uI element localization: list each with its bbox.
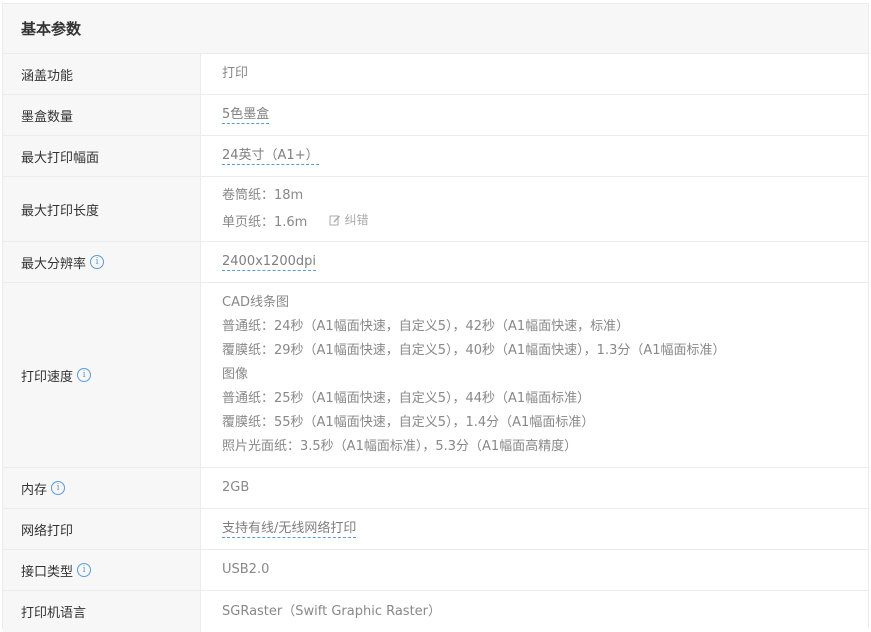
spec-key: 最大分辨率 i — [3, 242, 201, 282]
spec-key-label: 墨盒数量 — [21, 109, 74, 125]
spec-key-label: 网络打印 — [21, 523, 74, 539]
spec-row-functions: 涵盖功能 打印 — [3, 54, 868, 95]
info-icon[interactable]: i — [77, 368, 92, 382]
spec-value: CAD线条图 普通纸：24秒（A1幅面快速，自定义5），42秒（A1幅面快速，标… — [201, 283, 868, 467]
spec-key: 打印机语言 — [3, 591, 201, 632]
spec-value: 支持有线/无线网络打印 — [201, 509, 868, 549]
spec-row-memory: 内存 i 2GB — [3, 468, 868, 509]
spec-value-text: 打印 — [222, 66, 249, 81]
pencil-edit-icon — [329, 215, 341, 225]
spec-value-text: 覆膜纸：29秒（A1幅面快速，自定义5），40秒（A1幅面快速），1.3分（A1… — [222, 343, 726, 358]
spec-value-text: 普通纸：25秒（A1幅面快速，自定义5），44秒（A1幅面标准） — [222, 391, 591, 406]
spec-value: 打印 — [201, 54, 868, 94]
spec-value-text: 覆膜纸：55秒（A1幅面快速，自定义5），1.4分（A1幅面标准） — [222, 415, 595, 430]
info-icon[interactable]: i — [77, 563, 92, 577]
spec-value-text: 2GB — [222, 480, 250, 495]
spec-panel: 基本参数 涵盖功能 打印 墨盒数量 5色墨盒 最大打印幅面 24英寸（A1+） … — [2, 3, 869, 632]
spec-value-text: 卷筒纸：18m — [222, 187, 304, 203]
spec-key-label: 内存 — [21, 482, 48, 498]
spec-key-label: 最大打印长度 — [21, 203, 100, 219]
spec-key-label: 打印机语言 — [21, 606, 87, 621]
spec-row-interface: 接口类型 i USB2.0 — [3, 550, 868, 591]
spec-row-max-print-width: 最大打印幅面 24英寸（A1+） — [3, 136, 868, 177]
spec-value-text: USB2.0 — [222, 562, 270, 577]
correction-label: 纠错 — [344, 212, 369, 227]
info-icon[interactable]: i — [90, 255, 105, 269]
spec-key-label: 涵盖功能 — [21, 68, 74, 84]
spec-row-print-speed: 打印速度 i CAD线条图 普通纸：24秒（A1幅面快速，自定义5），42秒（A1… — [3, 283, 868, 468]
spec-row-network-print: 网络打印 支持有线/无线网络打印 — [3, 509, 868, 550]
spec-key: 涵盖功能 — [3, 54, 201, 94]
spec-key: 最大打印长度 — [3, 177, 201, 241]
spec-key: 内存 i — [3, 468, 201, 508]
spec-value-link[interactable]: 支持有线/无线网络打印 — [222, 521, 357, 538]
spec-value-text: 单页纸：1.6m — [222, 214, 308, 230]
spec-value-link[interactable]: 5色墨盒 — [222, 107, 270, 124]
spec-header: 基本参数 — [3, 4, 868, 54]
spec-header-title: 基本参数 — [21, 20, 82, 38]
spec-key-label: 打印速度 — [21, 369, 74, 385]
spec-value-text: 图像 — [222, 367, 249, 382]
spec-value-text: 普通纸：24秒（A1幅面快速，自定义5），42秒（A1幅面快速，标准） — [222, 319, 630, 334]
spec-key: 打印速度 i — [3, 283, 201, 467]
spec-value-text: 照片光面纸：3.5秒（A1幅面标准），5.3分（A1幅面高精度） — [222, 439, 578, 454]
spec-value-text: SGRaster（Swift Graphic Raster） — [222, 603, 442, 619]
spec-value: 5色墨盒 — [201, 95, 868, 135]
spec-value: 卷筒纸：18m 单页纸：1.6m 纠错 — [201, 177, 868, 241]
spec-row-printer-language: 打印机语言 SGRaster（Swift Graphic Raster） — [3, 591, 868, 632]
spec-value: SGRaster（Swift Graphic Raster） — [201, 591, 868, 632]
correction-link[interactable]: 纠错 — [329, 208, 369, 232]
spec-row-max-resolution: 最大分辨率 i 2400x1200dpi — [3, 242, 868, 283]
spec-value-link[interactable]: 24英寸（A1+） — [222, 148, 319, 165]
spec-key: 最大打印幅面 — [3, 136, 201, 176]
spec-value-text: CAD线条图 — [222, 295, 289, 310]
spec-row-cartridges: 墨盒数量 5色墨盒 — [3, 95, 868, 136]
spec-value-link[interactable]: 2400x1200dpi — [222, 254, 316, 271]
spec-value: 24英寸（A1+） — [201, 136, 868, 176]
info-icon[interactable]: i — [51, 481, 66, 495]
spec-key: 墨盒数量 — [3, 95, 201, 135]
spec-key: 网络打印 — [3, 509, 201, 549]
spec-key-label: 接口类型 — [21, 564, 74, 580]
spec-value: 2GB — [201, 468, 868, 508]
spec-key-label: 最大打印幅面 — [21, 150, 100, 166]
spec-key-label: 最大分辨率 — [21, 256, 87, 272]
spec-value: USB2.0 — [201, 550, 868, 590]
spec-row-max-print-length: 最大打印长度 卷筒纸：18m 单页纸：1.6m 纠错 — [3, 177, 868, 242]
spec-key: 接口类型 i — [3, 550, 201, 590]
spec-value: 2400x1200dpi — [201, 242, 868, 282]
